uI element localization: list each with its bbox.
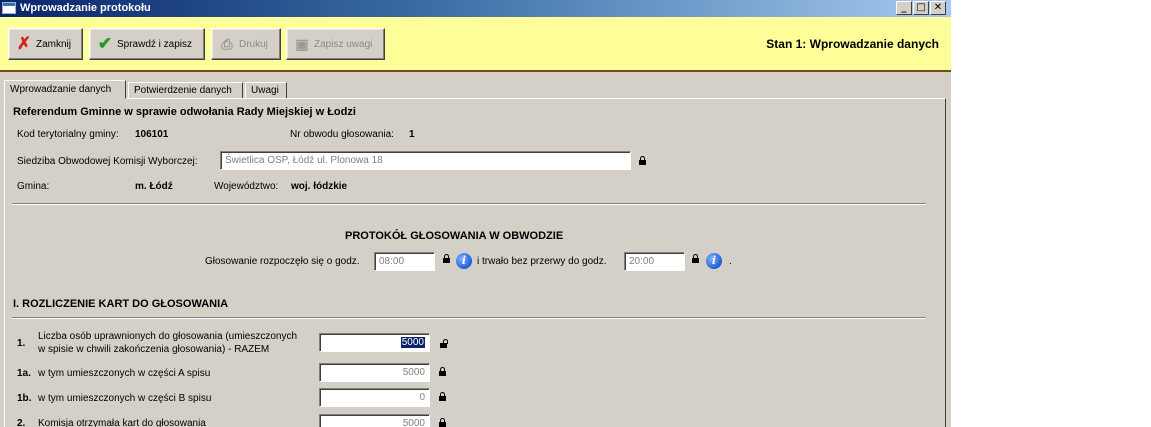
voivodeship-label: Województwo: — [214, 181, 279, 192]
start-time-field[interactable]: 08:00 — [374, 252, 435, 271]
lock-icon — [692, 254, 699, 263]
row-label: w tym umieszczonych w części A spisu — [38, 368, 211, 379]
tab-data-confirmation[interactable]: Potwierdzenie danych — [128, 82, 243, 99]
close-button[interactable]: ✗ Zamknij — [8, 28, 83, 60]
referendum-title: Referendum Gminne w sprawie odwołania Ra… — [13, 106, 356, 118]
window-title: Wprowadzanie protokołu — [20, 2, 151, 14]
lock-icon — [439, 367, 446, 376]
red-x-icon: ✗ — [16, 34, 32, 53]
print-button-label: Drukuj — [239, 38, 268, 50]
printer-icon: ⎙ — [221, 36, 233, 52]
lock-icon — [639, 156, 646, 165]
maximize-button[interactable]: □ — [913, 1, 929, 15]
district-value: 1 — [409, 129, 415, 140]
end-dot: . — [729, 256, 732, 267]
protocol-entry-window: Wprowadzanie protokołu _ □ ✕ ✗ Zamknij ✔… — [0, 0, 951, 427]
lock-icon — [439, 418, 446, 427]
floppy-disk-icon: ▣ — [295, 36, 309, 52]
row-number: 1. — [17, 338, 26, 349]
unlocked-icon — [440, 339, 448, 348]
voivodeship-value: woj. łódzkie — [291, 181, 348, 192]
save-notes-button[interactable]: ▣ Zapisz uwagi — [286, 28, 385, 60]
part-b-voters-field[interactable]: 0 — [319, 388, 430, 407]
minimize-button[interactable]: _ — [896, 1, 912, 15]
lock-icon — [443, 254, 450, 263]
separator — [12, 203, 926, 205]
district-label: Nr obwodu głosowania: — [290, 129, 394, 140]
gmina-label: Gmina: — [17, 181, 50, 192]
selected-value: 5000 — [400, 337, 425, 348]
protocol-title: PROTOKÓŁ GŁOSOWANIA W OBWODZIE — [345, 230, 564, 242]
row-number: 1b. — [17, 393, 32, 404]
end-time-label: i trwało bez przerwy do godz. — [477, 256, 607, 267]
info-icon[interactable]: i — [706, 253, 722, 269]
info-icon[interactable]: i — [456, 253, 472, 269]
part-a-voters-field[interactable]: 5000 — [319, 363, 430, 382]
check-save-icon: ✔ — [97, 34, 113, 53]
row-number: 1a. — [17, 368, 31, 379]
teryt-value: 106101 — [135, 129, 169, 140]
end-time-field[interactable]: 20:00 — [624, 252, 685, 271]
window-icon — [2, 2, 16, 14]
eligible-voters-total-field[interactable]: 5000 — [319, 333, 430, 352]
row-label: w tym umieszczonych w części B spisu — [38, 393, 212, 404]
stage-title: Stan 1: Wprowadzanie danych — [766, 37, 939, 51]
separator — [12, 317, 926, 319]
toolbar: ✗ Zamknij ✔ Sprawdź i zapisz ⎙ Drukuj ▣ … — [0, 17, 951, 72]
tab-data-entry[interactable]: Wprowadzanie danych — [4, 80, 126, 99]
teryt-label: Kod terytorialny gminy: — [17, 129, 119, 140]
check-and-save-label: Sprawdź i zapisz — [117, 38, 193, 50]
close-window-button[interactable]: ✕ — [930, 1, 946, 15]
row-label: Liczba osób uprawnionych do głosowania (… — [38, 331, 298, 342]
row-label: w spisie w chwili zakończenia głosowania… — [38, 344, 270, 355]
check-and-save-button[interactable]: ✔ Sprawdź i zapisz — [89, 28, 205, 60]
gmina-value: m. Łódź — [135, 181, 173, 192]
title-bar[interactable]: Wprowadzanie protokołu _ □ ✕ — [0, 0, 951, 17]
seat-field[interactable]: Świetlica OSP, Łódź ul. Plonowa 18 — [220, 151, 631, 170]
lock-icon — [439, 392, 446, 401]
seat-label: Siedziba Obwodowej Komisji Wyborczej: — [17, 156, 198, 167]
row-label: Komisja otrzymała kart do głosowania — [38, 418, 206, 427]
close-button-label: Zamknij — [36, 38, 72, 50]
tab-notes[interactable]: Uwagi — [245, 82, 287, 99]
ballots-received-field[interactable]: 5000 — [319, 414, 430, 427]
row-number: 2. — [17, 418, 26, 427]
save-notes-label: Zapisz uwagi — [314, 38, 373, 50]
start-time-label: Głosowanie rozpoczęło się o godz. — [205, 256, 360, 267]
section-title: I. ROZLICZENIE KART DO GŁOSOWANIA — [13, 298, 229, 310]
print-button[interactable]: ⎙ Drukuj — [211, 28, 281, 60]
